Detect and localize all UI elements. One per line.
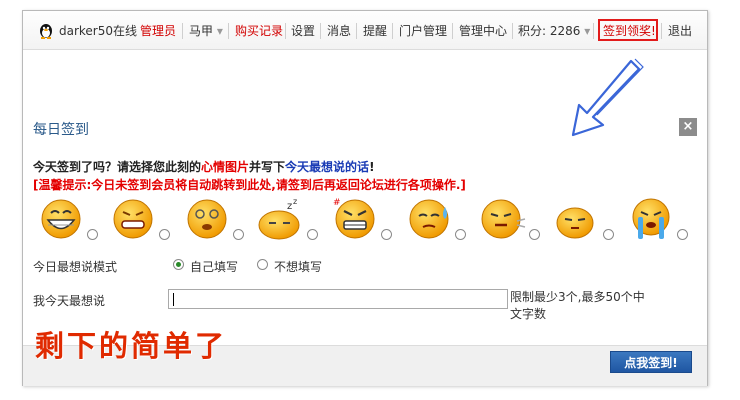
emotion-happy[interactable] (37, 197, 98, 243)
svg-text:z: z (287, 201, 292, 212)
divider (228, 23, 229, 39)
sweat-face-icon (409, 199, 449, 239)
admin-badge[interactable]: 管理员 (140, 23, 176, 39)
dizzy-face-icon (187, 199, 227, 239)
online-status: 在线 (113, 24, 138, 38)
emotion-sad[interactable] (109, 197, 170, 243)
emotion-radio[interactable] (87, 229, 98, 240)
signin-reward-link[interactable]: 签到领奖! (603, 23, 656, 39)
submit-signin-button[interactable]: 点我签到! (610, 351, 692, 373)
char-limit-hint: 限制最少3个,最多50个中文字数 (510, 290, 645, 321)
divider (392, 23, 393, 39)
mode-self-radio[interactable] (173, 259, 184, 270)
emotion-crying[interactable] (627, 197, 688, 243)
svg-text:#: # (333, 198, 341, 208)
emotion-radio[interactable] (307, 229, 318, 240)
points-menu[interactable]: 积分: 2286 ▾ (518, 23, 590, 39)
divider (356, 23, 357, 39)
hand-drawn-arrow-icon (571, 58, 644, 137)
sad-face-icon (113, 199, 153, 239)
reminder-link[interactable]: 提醒 (363, 23, 387, 39)
vest-menu[interactable]: 马甲 ▾ (189, 23, 223, 39)
crying-face-icon (632, 198, 670, 239)
divider (593, 23, 594, 39)
mode-self-label[interactable]: 自己填写 (190, 258, 238, 275)
signin-tip: [温馨提示:今日未签到会员将自动跳转到此处,请签到后再返回论坛进行各项操作.] (33, 178, 466, 192)
messages-link[interactable]: 消息 (327, 23, 351, 39)
emotion-wronged[interactable] (479, 197, 540, 243)
shy-face-icon (556, 207, 594, 239)
divider (661, 23, 662, 39)
emotion-radio[interactable] (159, 229, 170, 240)
purchase-record-link[interactable]: 购买记录 (235, 23, 283, 39)
emotion-sweat[interactable] (405, 197, 466, 243)
qq-penguin-icon (40, 24, 52, 39)
emotion-radio[interactable] (677, 229, 688, 240)
overlay-caption: 剩下的简单了 (35, 329, 228, 363)
text-caret (173, 293, 174, 306)
angry-face-icon: # (333, 198, 375, 239)
close-icon[interactable]: × (679, 118, 697, 136)
logout-link[interactable]: 退出 (668, 23, 692, 39)
divider (512, 23, 513, 39)
emotion-sleepy[interactable]: z z (257, 197, 318, 243)
emotion-radio[interactable] (381, 229, 392, 240)
divider (285, 23, 286, 39)
emotion-radio[interactable] (529, 229, 540, 240)
emotion-dizzy[interactable] (183, 197, 244, 243)
divider (182, 23, 183, 39)
divider (452, 23, 453, 39)
signin-panel: darker50 在线 管理员 马甲 ▾ 购买记录 设置 消息 提醒 门户管理 … (22, 10, 708, 386)
mode-none-label[interactable]: 不想填写 (274, 258, 322, 275)
wronged-face-icon (481, 199, 526, 239)
say-input[interactable] (168, 289, 508, 309)
admin-center-link[interactable]: 管理中心 (459, 23, 507, 39)
mode-none-radio[interactable] (257, 259, 268, 270)
divider (320, 23, 321, 39)
emotion-radio[interactable] (603, 229, 614, 240)
top-toolbar: darker50 在线 管理员 马甲 ▾ 购买记录 设置 消息 提醒 门户管理 … (23, 11, 707, 50)
mode-label: 今日最想说模式 (33, 260, 118, 274)
emotion-radio[interactable] (455, 229, 466, 240)
sleepy-face-icon: z z (258, 197, 300, 240)
dialog-title: 每日签到 (33, 122, 89, 138)
happy-face-icon (41, 199, 81, 239)
signin-question: 今天签到了吗？请选择您此刻的心情图片并写下今天最想说的话! (33, 160, 375, 174)
say-label: 我今天最想说 (33, 294, 106, 308)
emotion-radio[interactable] (233, 229, 244, 240)
emotion-shy[interactable] (553, 197, 614, 243)
settings-link[interactable]: 设置 (291, 23, 315, 39)
emotion-angry[interactable]: # (331, 197, 392, 243)
username-link[interactable]: darker50 (59, 23, 113, 39)
portal-admin-link[interactable]: 门户管理 (399, 23, 447, 39)
svg-text:z: z (293, 197, 297, 206)
